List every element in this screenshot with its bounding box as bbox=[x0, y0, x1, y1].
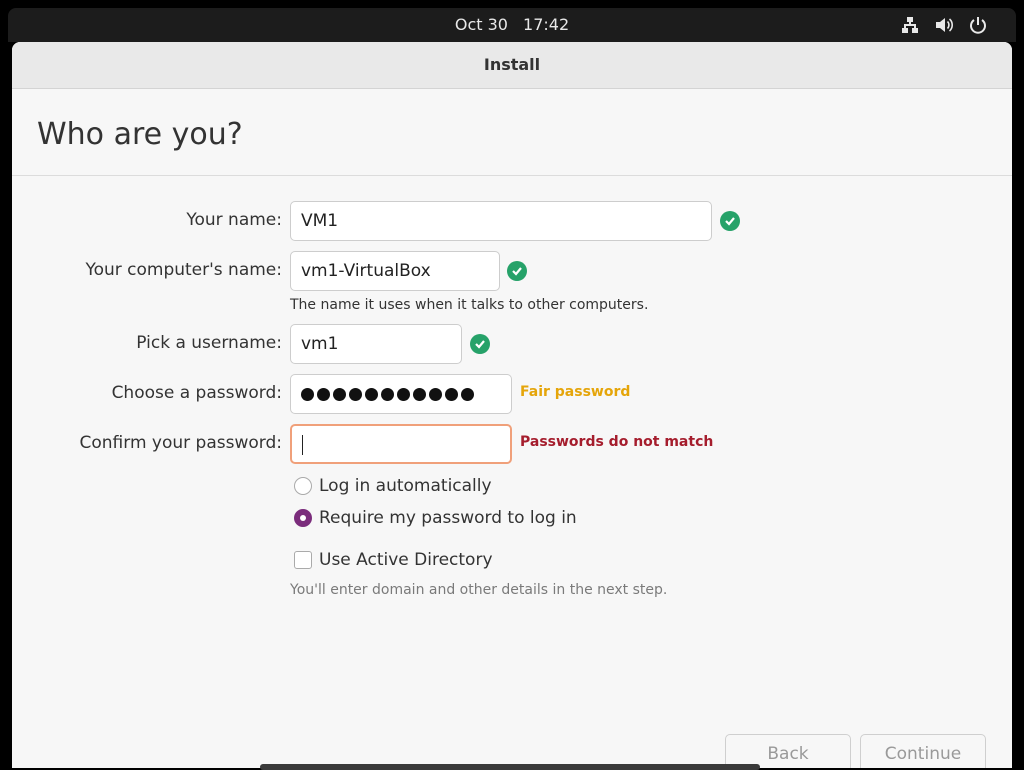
password-label: Choose a password: bbox=[111, 383, 282, 403]
username-label: Pick a username: bbox=[136, 333, 282, 353]
confirm-password-label: Confirm your password: bbox=[79, 433, 282, 453]
date-label: Oct 30 bbox=[454, 15, 508, 34]
login-automatically-option[interactable]: Log in automatically bbox=[294, 476, 492, 496]
continue-button[interactable]: Continue bbox=[860, 734, 986, 768]
installer-window: Install Who are you? Your name: VM1 Your… bbox=[12, 42, 1012, 768]
window-title: Install bbox=[12, 42, 1012, 89]
top-bar: Oct 30 17:42 bbox=[8, 8, 1016, 42]
heading-area: Who are you? bbox=[12, 89, 1012, 176]
volume-icon[interactable] bbox=[934, 15, 954, 35]
require-password-option[interactable]: Require my password to log in bbox=[294, 508, 577, 528]
clock[interactable]: Oct 30 17:42 bbox=[8, 8, 1016, 42]
password-mismatch-message: Passwords do not match bbox=[520, 434, 714, 450]
text-caret bbox=[302, 435, 303, 455]
back-button[interactable]: Back bbox=[725, 734, 851, 768]
password-strength: Fair password bbox=[520, 384, 631, 400]
radio-unselected-icon[interactable] bbox=[294, 477, 312, 495]
radio-selected-icon[interactable] bbox=[294, 509, 312, 527]
computer-name-valid-icon bbox=[507, 261, 527, 281]
active-directory-option[interactable]: Use Active Directory bbox=[294, 550, 493, 570]
computer-name-hint: The name it uses when it talks to other … bbox=[290, 297, 649, 313]
active-directory-label: Use Active Directory bbox=[319, 550, 493, 570]
checkbox-icon[interactable] bbox=[294, 551, 312, 569]
username-valid-icon bbox=[470, 334, 490, 354]
require-password-label: Require my password to log in bbox=[319, 508, 577, 528]
network-icon[interactable] bbox=[900, 15, 920, 35]
page-title: Who are you? bbox=[37, 117, 243, 152]
power-icon[interactable] bbox=[968, 15, 988, 35]
system-tray[interactable] bbox=[900, 15, 988, 35]
login-automatically-label: Log in automatically bbox=[319, 476, 492, 496]
confirm-password-field[interactable] bbox=[290, 424, 512, 464]
computer-name-field[interactable]: vm1-VirtualBox bbox=[290, 251, 500, 291]
name-label: Your name: bbox=[186, 210, 282, 230]
time-label: 17:42 bbox=[523, 15, 570, 34]
computer-name-label: Your computer's name: bbox=[85, 260, 282, 280]
dock-edge bbox=[260, 764, 760, 770]
password-field[interactable] bbox=[290, 374, 512, 414]
name-field[interactable]: VM1 bbox=[290, 201, 712, 241]
name-valid-icon bbox=[720, 211, 740, 231]
active-directory-hint: You'll enter domain and other details in… bbox=[290, 582, 668, 598]
password-mask bbox=[301, 375, 501, 413]
username-field[interactable]: vm1 bbox=[290, 324, 462, 364]
